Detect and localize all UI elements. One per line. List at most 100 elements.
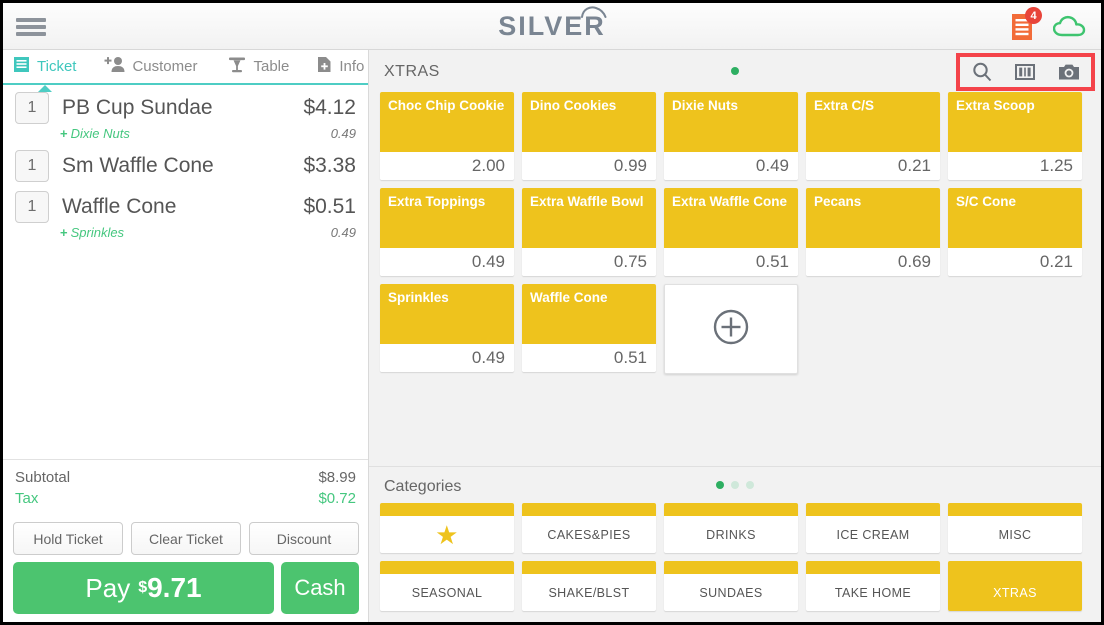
category-tile[interactable]: SEASONAL [380, 561, 514, 611]
tab-table-label: Table [253, 58, 290, 75]
totals-section: Subtotal $8.99 Tax $0.72 [3, 459, 368, 511]
product-name: Extra C/S [806, 92, 940, 152]
pay-currency: $ [138, 579, 148, 596]
category-tile-selected[interactable]: XTRAS [948, 561, 1082, 611]
cash-button[interactable]: Cash [281, 562, 359, 614]
category-tile[interactable]: MISC [948, 503, 1082, 553]
product-tile[interactable]: Dino Cookies 0.99 [522, 92, 656, 180]
categories-section: Categories ★ CAKES&PIES DRINKS ICE CREAM… [369, 466, 1101, 622]
info-document-icon [316, 55, 333, 78]
item-price: $4.12 [303, 96, 356, 119]
product-tile[interactable]: Extra Scoop 1.25 [948, 92, 1082, 180]
product-price: 0.51 [522, 344, 656, 372]
modifier-price: 0.49 [330, 225, 356, 240]
category-label: SEASONAL [411, 585, 483, 600]
product-tile[interactable]: Extra Waffle Bowl 0.75 [522, 188, 656, 276]
product-name: Pecans [806, 188, 940, 248]
pager-dot[interactable] [731, 67, 739, 75]
product-tile[interactable]: Extra Waffle Cone 0.51 [664, 188, 798, 276]
product-tile[interactable]: Pecans 0.69 [806, 188, 940, 276]
item-name: Waffle Cone [62, 195, 177, 218]
modifier-price: 0.49 [330, 126, 356, 141]
category-strip [380, 561, 514, 574]
star-icon: ★ [435, 519, 459, 550]
category-label: DRINKS [706, 527, 756, 542]
category-strip [806, 503, 940, 516]
category-label: XTRAS [948, 574, 1082, 611]
ticket-items: 1 PB Cup Sundae $4.12 + Dixie Nuts 0.49 1… [3, 83, 368, 492]
product-tile[interactable]: Extra C/S 0.21 [806, 92, 940, 180]
category-label: TAKE HOME [834, 585, 912, 600]
category-grid: ★ CAKES&PIES DRINKS ICE CREAM MISC SEASO… [380, 503, 1092, 611]
clear-ticket-button[interactable]: Clear Ticket [131, 522, 241, 555]
tax-row: Tax $0.72 [15, 490, 356, 507]
category-label: CAKES&PIES [547, 527, 631, 542]
item-name: Sm Waffle Cone [62, 154, 214, 177]
pager-dot[interactable] [731, 481, 739, 489]
category-tile[interactable]: ICE CREAM [806, 503, 940, 553]
category-label: SHAKE/BLST [548, 585, 630, 600]
product-price: 0.99 [522, 152, 656, 180]
receipt-icon[interactable]: 4 [1009, 7, 1042, 42]
pay-button[interactable]: Pay $9.71 [13, 562, 274, 614]
product-tile[interactable]: Dixie Nuts 0.49 [664, 92, 798, 180]
product-name: Waffle Cone [522, 284, 656, 344]
category-tile[interactable]: CAKES&PIES [522, 503, 656, 553]
camera-icon[interactable] [1057, 62, 1081, 82]
add-product-tile[interactable] [664, 284, 798, 374]
category-tile[interactable]: SUNDAES [664, 561, 798, 611]
quantity-stepper[interactable]: 1 [15, 92, 49, 124]
list-item[interactable]: 1 Waffle Cone $0.51 + Sprinkles 0.49 [3, 182, 368, 240]
pager-dot[interactable] [746, 481, 754, 489]
tax-value: $0.72 [318, 490, 356, 507]
category-strip [664, 561, 798, 574]
product-tile[interactable]: S/C Cone 0.21 [948, 188, 1082, 276]
product-tile[interactable]: Extra Toppings 0.49 [380, 188, 514, 276]
category-tile[interactable]: TAKE HOME [806, 561, 940, 611]
tab-customer[interactable]: Customer [104, 50, 197, 83]
ticket-icon [12, 55, 31, 78]
barcode-icon[interactable] [1014, 62, 1036, 82]
product-name: Extra Toppings [380, 188, 514, 248]
ticket-panel: Ticket Customer Table Info 1 PB Cup Sund… [3, 50, 369, 622]
list-item[interactable]: 1 PB Cup Sundae $4.12 + Dixie Nuts 0.49 [3, 83, 368, 141]
product-price: 1.25 [948, 152, 1082, 180]
quantity-stepper[interactable]: 1 [15, 191, 49, 223]
pay-label: Pay [85, 572, 131, 603]
discount-button[interactable]: Discount [249, 522, 359, 555]
table-icon [227, 55, 247, 79]
product-price: 2.00 [380, 152, 514, 180]
hamburger-icon[interactable] [16, 16, 46, 38]
tab-ticket[interactable]: Ticket [12, 50, 76, 92]
category-label: MISC [998, 527, 1032, 542]
tab-table[interactable]: Table [227, 50, 289, 83]
ticket-tabs: Ticket Customer Table Info [3, 50, 368, 92]
product-price: 0.21 [948, 248, 1082, 276]
list-item[interactable]: 1 Sm Waffle Cone $3.38 [3, 141, 368, 182]
pager-dot[interactable] [716, 481, 724, 489]
catalog-panel: XTRAS Choc Chip Cookie 2.00 Dino Cookies… [369, 50, 1101, 622]
product-tile[interactable]: Waffle Cone 0.51 [522, 284, 656, 372]
product-price: 0.51 [664, 248, 798, 276]
product-price: 0.49 [380, 248, 514, 276]
hold-ticket-button[interactable]: Hold Ticket [13, 522, 123, 555]
quantity-stepper[interactable]: 1 [15, 150, 49, 182]
category-strip [380, 503, 514, 516]
category-tile[interactable]: DRINKS [664, 503, 798, 553]
product-tile[interactable]: Sprinkles 0.49 [380, 284, 514, 372]
product-name: S/C Cone [948, 188, 1082, 248]
category-tile[interactable]: SHAKE/BLST [522, 561, 656, 611]
product-name: Dino Cookies [522, 92, 656, 152]
product-name: Extra Waffle Cone [664, 188, 798, 248]
modifier-name: + Sprinkles [60, 225, 125, 240]
product-grid: Choc Chip Cookie 2.00 Dino Cookies 0.99 … [380, 92, 1092, 374]
tab-info[interactable]: Info [316, 50, 364, 83]
categories-pager[interactable] [369, 481, 1101, 489]
search-icon[interactable] [971, 61, 993, 83]
category-strip [948, 503, 1082, 516]
category-tile-favorites[interactable]: ★ [380, 503, 514, 553]
pay-amount: 9.71 [147, 572, 202, 603]
cloud-icon[interactable] [1053, 15, 1087, 39]
product-tile[interactable]: Choc Chip Cookie 2.00 [380, 92, 514, 180]
item-modifier: + Sprinkles 0.49 [60, 225, 356, 240]
